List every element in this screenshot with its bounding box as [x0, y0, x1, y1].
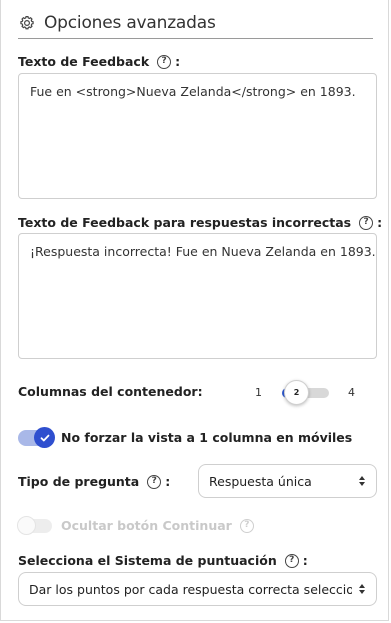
feedback-textarea[interactable]: Fue en <strong>Nueva Zelanda</strong> en…: [18, 73, 377, 199]
hide-continue-label-text: Ocultar botón Continuar: [61, 518, 232, 533]
mobile-toggle-label: No forzar la vista a 1 columna en móvile…: [61, 430, 353, 445]
feedback-label-colon: :: [175, 54, 181, 69]
scoring-label-colon: :: [302, 553, 308, 568]
columns-label: Columnas del contenedor:: [18, 384, 203, 399]
mobile-toggle-knob[interactable]: [34, 427, 55, 448]
hide-continue-label: Ocultar botón Continuar ?: [61, 518, 254, 533]
question-type-label: Tipo de pregunta ? :: [18, 474, 170, 489]
question-type-help-icon[interactable]: ?: [147, 474, 162, 489]
feedback-incorrect-help-icon[interactable]: ?: [359, 215, 374, 230]
select-caret-icon: [358, 584, 366, 594]
feedback-incorrect-label-text: Texto de Feedback para respuestas incorr…: [18, 215, 352, 230]
question-type-selected: Respuesta única: [209, 473, 312, 489]
scoring-select[interactable]: Dar los puntos por cada respuesta correc…: [18, 572, 377, 606]
select-caret-icon: [358, 476, 366, 486]
scoring-label: Selecciona el Sistema de puntuación ? :: [18, 553, 308, 568]
feedback-label: Texto de Feedback ? :: [18, 54, 180, 69]
advanced-options-header[interactable]: Opciones avanzadas: [18, 8, 373, 39]
feedback-incorrect-label-colon: :: [377, 215, 383, 230]
columns-min-label: 1: [255, 386, 262, 399]
question-type-label-text: Tipo de pregunta: [18, 474, 140, 489]
feedback-label-text: Texto de Feedback: [18, 54, 150, 69]
scoring-selected: Dar los puntos por cada respuesta correc…: [29, 581, 352, 597]
scoring-help-icon[interactable]: ?: [284, 553, 299, 568]
advanced-options-title: Opciones avanzadas: [44, 13, 216, 33]
advanced-options-panel: Opciones avanzadas Texto de Feedback ? :…: [0, 0, 389, 621]
gear-icon: [18, 13, 38, 33]
columns-slider-thumb[interactable]: 2: [284, 380, 309, 405]
question-type-select[interactable]: Respuesta única: [198, 464, 377, 498]
question-type-label-colon: :: [165, 474, 171, 489]
scoring-label-text: Selecciona el Sistema de puntuación: [18, 553, 277, 568]
feedback-help-icon[interactable]: ?: [157, 54, 172, 69]
columns-max-label: 4: [348, 386, 355, 399]
hide-continue-help-icon: ?: [239, 518, 254, 533]
hide-continue-toggle-knob: [17, 516, 36, 535]
feedback-incorrect-textarea[interactable]: ¡Respuesta incorrecta! Fue en Nueva Zela…: [18, 233, 377, 359]
check-icon: [40, 434, 49, 441]
feedback-incorrect-label: Texto de Feedback para respuestas incorr…: [18, 215, 382, 230]
